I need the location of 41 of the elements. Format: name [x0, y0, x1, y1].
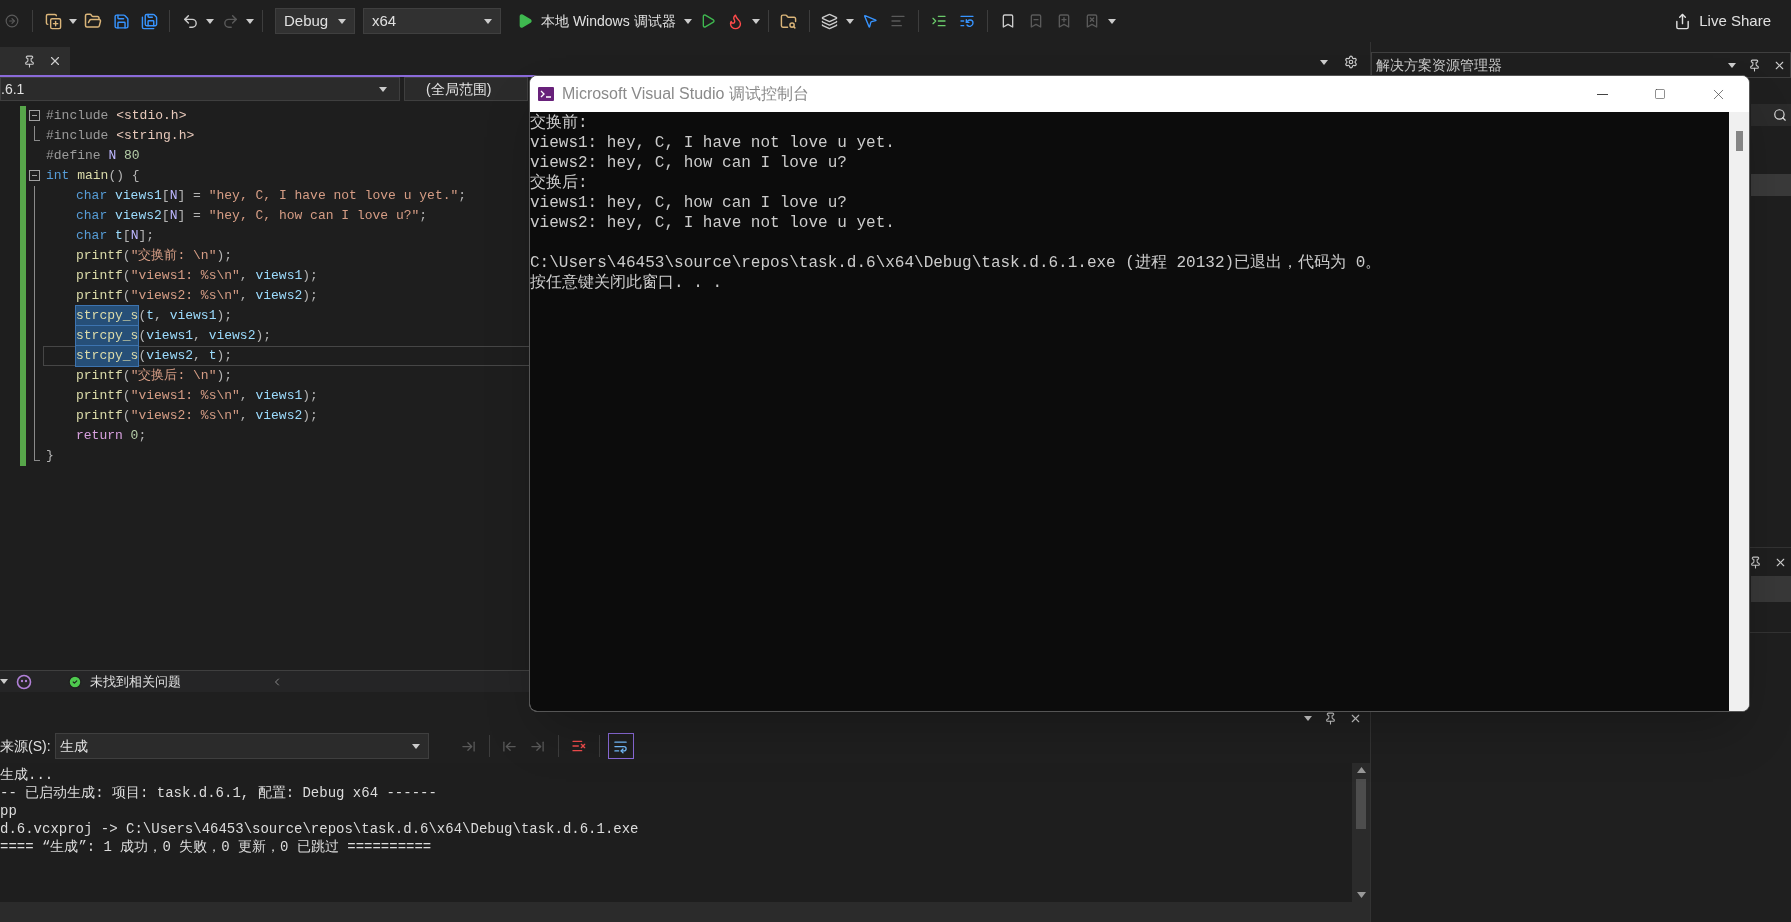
- code-line: int main() {: [45, 167, 141, 186]
- live-share-button[interactable]: Live Share: [1670, 7, 1775, 35]
- console-line: views1: hey, C, I have not love u yet.: [530, 133, 895, 153]
- source-label: 来源(S):: [0, 736, 51, 756]
- code-line: strcpy_s(views1, views2);: [75, 326, 273, 346]
- output-line: pp: [0, 802, 17, 820]
- code-line: printf("交换前: \n");: [75, 247, 234, 266]
- code-line: printf("views1: %s\n", views1);: [75, 387, 319, 406]
- console-line: 交换后:: [530, 173, 588, 193]
- output-line: ==== “生成”: 1 成功，0 失败，0 更新，0 已跳过 ==========: [0, 838, 432, 856]
- code-line: return 0;: [75, 427, 148, 446]
- console-line: 按任意键关闭此窗口. . .: [530, 273, 722, 293]
- console-line: views1: hey, C, how can I love u?: [530, 193, 847, 213]
- output-line: 生成...: [0, 766, 54, 784]
- scope-dropdown[interactable]: (全局范围): [404, 77, 528, 101]
- console-line: views2: hey, C, how can I love u?: [530, 153, 847, 173]
- code-line: printf("views2: %s\n", views2);: [75, 407, 319, 426]
- source-dropdown[interactable]: 生成: [54, 733, 429, 759]
- code-line: #include <string.h>: [45, 127, 196, 146]
- code-line: #include <stdio.h>: [45, 107, 188, 126]
- start-debugging-button[interactable]: 本地 Windows 调试器: [513, 8, 680, 34]
- console-title: Microsoft Visual Studio 调试控制台: [562, 84, 809, 104]
- configuration-dropdown[interactable]: Debug: [275, 8, 355, 34]
- code-line: char views1[N] = "hey, C, I have not love u yet.";: [75, 187, 468, 206]
- code-line: #define N 80: [45, 147, 141, 166]
- code-line: }: [45, 447, 55, 466]
- panel-title: 解决方案资源管理器: [1376, 55, 1503, 75]
- output-line: -- 已启动生成: 项目: task.d.6.1, 配置: Debug x64 ------: [0, 784, 437, 802]
- code-line: char t[N];: [75, 227, 156, 246]
- output-line: d.6.vcxproj -> C:\Users\46453\source\repos\task.d.6\x64\Debug\task.d.6.1.exe: [0, 820, 639, 838]
- project-dropdown[interactable]: .6.1: [0, 77, 400, 101]
- console-line: views2: hey, C, I have not love u yet.: [530, 213, 895, 233]
- platform-dropdown[interactable]: x64: [363, 8, 501, 34]
- console-line: C:\Users\46453\source\repos\task.d.6\x64\Debug\task.d.6.1.exe (进程 20132)已退出，代码为 0。: [530, 253, 1382, 273]
- code-line: printf("views1: %s\n", views1);: [75, 267, 319, 286]
- code-line: printf("views2: %s\n", views2);: [75, 287, 319, 306]
- code-line: printf("交换后: \n");: [75, 367, 234, 386]
- code-line: char views2[N] = "hey, C, how can I love u?";: [75, 207, 429, 226]
- console-line: 交换前:: [530, 113, 588, 133]
- issues-status: 未找到相关问题: [90, 672, 181, 691]
- code-line: strcpy_s(t, views1);: [75, 306, 234, 326]
